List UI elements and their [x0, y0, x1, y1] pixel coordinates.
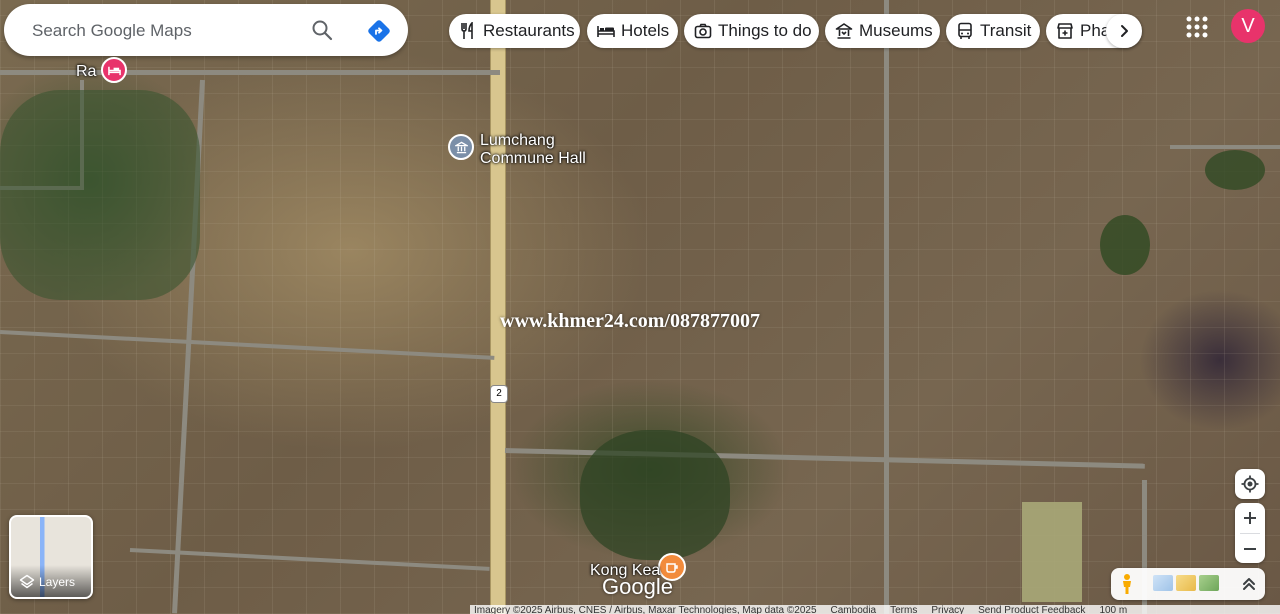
expand-chevron-icon[interactable] — [1239, 574, 1259, 594]
tree-patch — [1205, 150, 1265, 190]
chip-transit[interactable]: Transit — [946, 14, 1040, 48]
chip-things-to-do[interactable]: Things to do — [684, 14, 819, 48]
zoom-in-button[interactable] — [1235, 503, 1265, 533]
chevron-right-icon — [1121, 25, 1128, 37]
my-location-button[interactable] — [1235, 469, 1265, 499]
attribution-bar: Imagery ©2025 Airbus, CNES / Airbus, Max… — [470, 605, 1280, 614]
hotel-pin-icon[interactable] — [101, 57, 127, 83]
tree-patch — [0, 90, 200, 300]
privacy-link[interactable]: Privacy — [931, 605, 964, 614]
road — [0, 70, 500, 75]
imagery-credit: Imagery ©2025 Airbus, CNES / Airbus, Max… — [474, 605, 817, 614]
route-shield: 2 — [491, 386, 507, 402]
place-label-ra[interactable]: Ra — [76, 63, 96, 81]
layers-button[interactable]: Layers — [9, 515, 93, 599]
chip-label: Museums — [859, 21, 933, 40]
museum-icon — [835, 23, 853, 39]
account-avatar[interactable]: V — [1231, 9, 1265, 43]
landmark-pin-icon[interactable] — [448, 134, 474, 160]
satellite-thumbnail[interactable] — [1199, 575, 1219, 591]
terms-link[interactable]: Terms — [890, 605, 917, 614]
road — [1170, 145, 1280, 149]
chips-next-button[interactable] — [1106, 14, 1142, 48]
chip-label: Restaurants — [483, 21, 575, 40]
country-label: Cambodia — [830, 605, 877, 614]
search-input[interactable] — [30, 18, 304, 44]
tree-patch — [580, 430, 730, 560]
camera-icon — [694, 23, 712, 39]
feedback-link[interactable]: Send Product Feedback — [978, 605, 1085, 614]
bus-icon — [958, 22, 972, 39]
search-box — [4, 4, 408, 56]
minus-icon — [1244, 548, 1256, 550]
chip-restaurants[interactable]: Restaurants — [449, 14, 580, 48]
chip-museums[interactable]: Museums — [825, 14, 940, 48]
google-apps-icon[interactable] — [1184, 14, 1210, 40]
layers-label: Layers — [39, 575, 76, 589]
bed-icon — [597, 26, 615, 37]
chip-label: Things to do — [718, 21, 812, 40]
plus-icon — [1244, 512, 1256, 524]
chip-hotels[interactable]: Hotels — [587, 14, 678, 48]
directions-icon[interactable] — [366, 18, 392, 44]
pegman-icon[interactable] — [1117, 573, 1137, 595]
road — [884, 0, 889, 614]
pharmacy-icon — [1057, 23, 1073, 39]
google-logo: Google — [602, 574, 673, 599]
layers-icon — [19, 574, 35, 589]
water-pond — [1022, 502, 1082, 602]
terrain-thumbnail[interactable] — [1153, 575, 1173, 591]
tree-patch — [1100, 215, 1150, 275]
scale-label[interactable]: 100 m — [1099, 605, 1127, 614]
map-type-toolbar — [1111, 568, 1265, 600]
zoom-controls — [1235, 503, 1265, 563]
traffic-thumbnail[interactable] — [1176, 575, 1196, 591]
avatar-initial: V — [1241, 14, 1255, 37]
chip-label: Hotels — [621, 21, 670, 40]
main-road-2[interactable] — [491, 0, 505, 614]
fork-knife-icon — [461, 22, 473, 39]
watermark-text: www.khmer24.com/087877007 — [500, 310, 760, 332]
my-location-icon — [1241, 475, 1259, 493]
search-icon[interactable] — [310, 18, 334, 42]
place-label-lumchang-commune-hall[interactable]: Lumchang Commune Hall — [480, 132, 586, 168]
chip-label: Transit — [980, 21, 1032, 40]
zoom-out-button[interactable] — [1235, 534, 1265, 563]
satellite-map[interactable] — [0, 0, 1280, 614]
